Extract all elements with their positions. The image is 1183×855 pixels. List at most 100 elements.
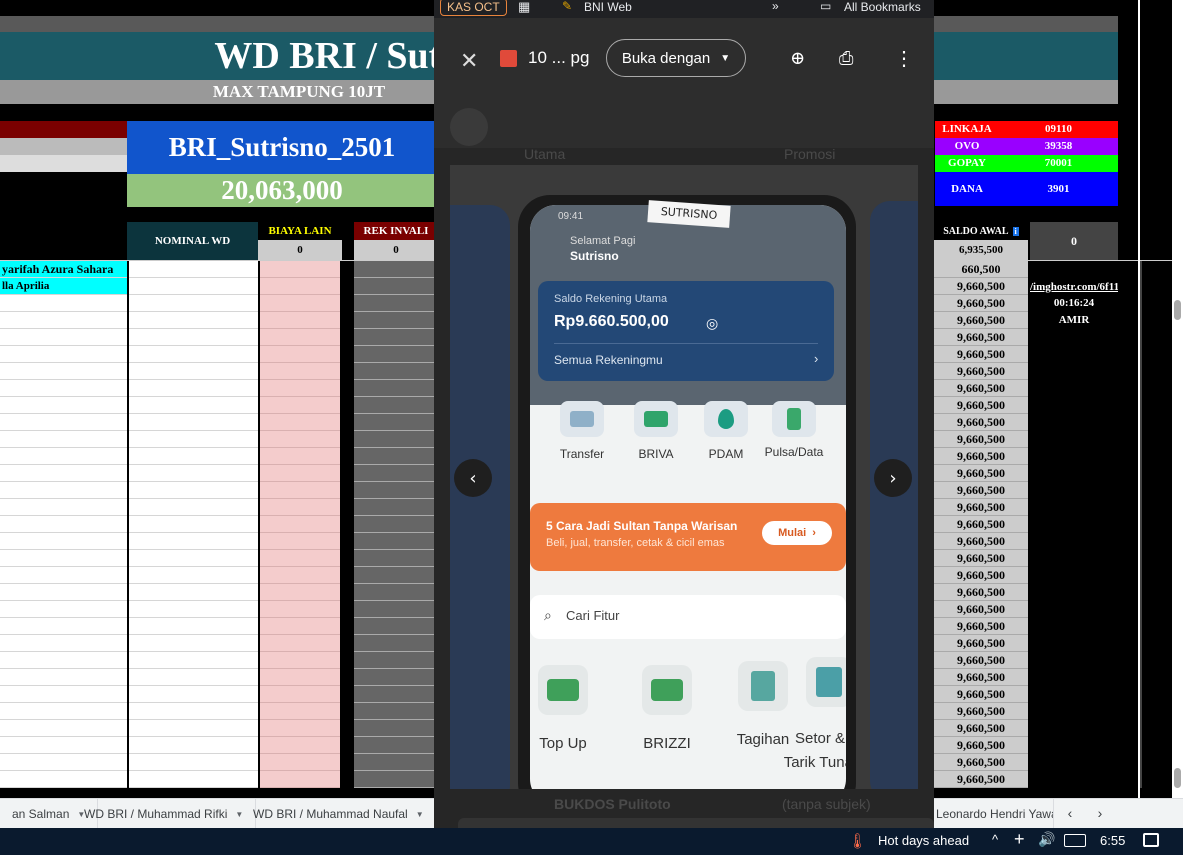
empty-cell[interactable] — [0, 312, 127, 329]
empty-cell[interactable] — [0, 346, 127, 363]
info-link[interactable]: /imghostr.com/6f11c1_ — [1030, 279, 1118, 295]
saldo-cell[interactable]: 9,660,500 — [934, 635, 1028, 652]
column-nominal-wd[interactable] — [129, 261, 258, 788]
all-bookmarks[interactable]: All Bookmarks — [844, 0, 921, 14]
saldo-cell[interactable]: 9,660,500 — [934, 669, 1028, 686]
empty-cell[interactable] — [0, 618, 127, 635]
thermometer-icon[interactable]: 🌡 — [848, 832, 867, 852]
saldo-cell[interactable]: 9,660,500 — [934, 618, 1028, 635]
empty-cell[interactable] — [0, 567, 127, 584]
notification-icon[interactable] — [1143, 833, 1159, 847]
name-cell[interactable]: lla Aprilia — [0, 278, 127, 295]
empty-cell[interactable] — [0, 499, 127, 516]
empty-cell[interactable] — [0, 601, 127, 618]
saldo-cell[interactable]: 9,660,500 — [934, 397, 1028, 414]
saldo-cell[interactable]: 9,660,500 — [934, 278, 1028, 295]
sheet-tab[interactable]: WD BRI / Muhammad Rifki ▼ — [72, 799, 257, 829]
empty-cell[interactable] — [0, 482, 127, 499]
more-vert-icon[interactable]: ⋮ — [894, 46, 914, 70]
empty-cell[interactable] — [0, 771, 127, 788]
saldo-cell[interactable]: 9,660,500 — [934, 346, 1028, 363]
speaker-icon[interactable]: 🔊 — [1038, 831, 1055, 848]
chevron-up-icon[interactable]: ^ — [992, 832, 998, 847]
saldo-cell[interactable]: 660,500 — [934, 261, 1028, 278]
empty-cell[interactable] — [0, 686, 127, 703]
feature-search[interactable]: ⌕ Cari Fitur — [530, 595, 846, 639]
all-accounts-link[interactable]: Semua Rekeningmu — [554, 353, 663, 367]
empty-cell[interactable] — [0, 669, 127, 686]
tab-scroll-left-icon[interactable]: ‹ — [1060, 805, 1080, 823]
empty-cell[interactable] — [0, 635, 127, 652]
previous-image-button[interactable]: ‹ — [454, 459, 492, 497]
empty-cell[interactable] — [0, 652, 127, 669]
saldo-cell[interactable]: 9,660,500 — [934, 686, 1028, 703]
empty-cell[interactable] — [0, 397, 127, 414]
info-icon[interactable]: i — [1012, 226, 1019, 236]
saldo-cell[interactable]: 9,660,500 — [934, 550, 1028, 567]
column-names[interactable]: yarifah Azura Sahara lla Aprilia — [0, 261, 127, 788]
promo-button[interactable]: Mulai › — [762, 521, 832, 545]
empty-cell[interactable] — [0, 720, 127, 737]
vertical-scrollbar[interactable] — [1172, 0, 1183, 798]
column-rek-invalid[interactable] — [354, 261, 438, 788]
menu-item-brizzi[interactable] — [642, 665, 692, 715]
saldo-cell[interactable]: 9,660,500 — [934, 584, 1028, 601]
column-saldo[interactable]: 660,500 9,660,500 9,660,500 9,660,500 9,660,… — [934, 261, 1028, 788]
menu-item-pulsa[interactable] — [772, 401, 816, 437]
empty-cell[interactable] — [0, 414, 127, 431]
saldo-cell[interactable]: 9,660,500 — [934, 652, 1028, 669]
empty-cell[interactable] — [0, 465, 127, 482]
saldo-cell[interactable]: 9,660,500 — [934, 737, 1028, 754]
saldo-cell[interactable]: 9,660,500 — [934, 465, 1028, 482]
open-with-button[interactable]: Buka dengan ▼ — [606, 39, 746, 77]
saldo-cell[interactable]: 9,660,500 — [934, 431, 1028, 448]
tab-scroll-right-icon[interactable]: › — [1090, 805, 1110, 823]
menu-item-setor[interactable] — [806, 657, 846, 707]
plus-icon[interactable]: + — [1014, 829, 1025, 850]
saldo-cell[interactable]: 9,660,500 — [934, 516, 1028, 533]
apps-grid-icon[interactable]: ▦ — [518, 0, 530, 15]
saldo-cell[interactable]: 9,660,500 — [934, 601, 1028, 618]
next-image-button[interactable]: › — [874, 459, 912, 497]
clock[interactable]: 6:55 — [1100, 833, 1125, 848]
saldo-cell[interactable]: 9,660,500 — [934, 295, 1028, 312]
empty-cell[interactable] — [0, 533, 127, 550]
saldo-cell[interactable]: 9,660,500 — [934, 380, 1028, 397]
empty-cell[interactable] — [0, 550, 127, 567]
menu-item-briva[interactable] — [634, 401, 678, 437]
empty-cell[interactable] — [0, 363, 127, 380]
add-to-drive-icon[interactable]: ⊕ — [790, 48, 805, 69]
balance-card[interactable]: Saldo Rekening Utama Rp9.660.500,00 ◎ Se… — [538, 281, 834, 381]
menu-item-tagihan[interactable] — [738, 661, 788, 711]
sheet-tab[interactable]: Leonardo Hendri Yawan — [934, 799, 1054, 829]
empty-cell[interactable] — [0, 516, 127, 533]
saldo-cell[interactable]: 9,660,500 — [934, 329, 1028, 346]
weather-text[interactable]: Hot days ahead — [878, 833, 969, 848]
bookmark-bni[interactable]: BNI Web — [584, 0, 632, 14]
keyboard-icon[interactable] — [1064, 834, 1086, 847]
sheet-tab[interactable]: WD BRI / Muhammad Naufal ▼ — [241, 799, 437, 829]
saldo-cell[interactable]: 9,660,500 — [934, 414, 1028, 431]
bookmark-kas[interactable]: KAS OCT — [440, 0, 507, 16]
saldo-cell[interactable]: 9,660,500 — [934, 703, 1028, 720]
empty-cell[interactable] — [0, 431, 127, 448]
saldo-cell[interactable]: 9,660,500 — [934, 482, 1028, 499]
saldo-cell[interactable]: 9,660,500 — [934, 363, 1028, 380]
scrollbar-thumb[interactable] — [1174, 300, 1181, 320]
saldo-cell[interactable]: 9,660,500 — [934, 499, 1028, 516]
saldo-cell[interactable]: 9,660,500 — [934, 312, 1028, 329]
saldo-cell[interactable]: 9,660,500 — [934, 720, 1028, 737]
column-biaya-lain[interactable] — [258, 261, 342, 788]
saldo-cell[interactable]: 9,660,500 — [934, 771, 1028, 788]
promo-banner[interactable]: 5 Cara Jadi Sultan Tanpa Warisan Beli, j… — [530, 503, 846, 571]
empty-cell[interactable] — [0, 295, 127, 312]
empty-cell[interactable] — [0, 380, 127, 397]
empty-cell[interactable] — [0, 448, 127, 465]
empty-cell[interactable] — [0, 584, 127, 601]
empty-cell[interactable] — [0, 754, 127, 771]
menu-item-pdam[interactable] — [704, 401, 748, 437]
menu-item-transfer[interactable] — [560, 401, 604, 437]
empty-cell[interactable] — [0, 329, 127, 346]
print-icon[interactable]: ⎙ — [839, 48, 853, 69]
more-bookmarks-icon[interactable]: » — [772, 0, 779, 13]
